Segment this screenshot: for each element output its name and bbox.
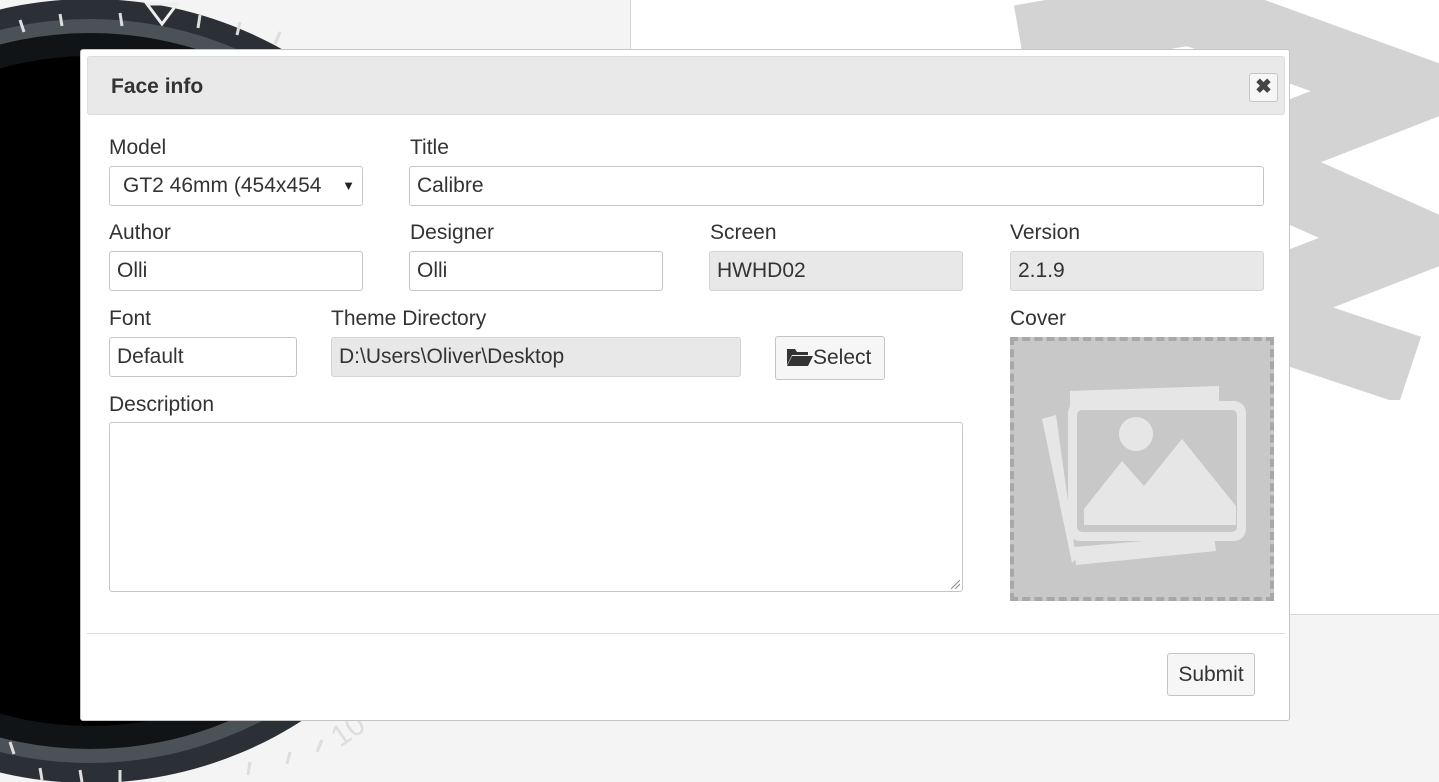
version-field: 2.1.9 bbox=[1010, 251, 1264, 291]
image-placeholder-icon bbox=[1042, 386, 1246, 565]
dialog-titlebar[interactable]: Face info ✖ bbox=[87, 56, 1285, 115]
footer-divider bbox=[87, 633, 1285, 634]
cover-label: Cover bbox=[1010, 307, 1067, 330]
author-input-value: Olli bbox=[117, 259, 148, 282]
designer-input-value: Olli bbox=[417, 259, 448, 282]
close-button[interactable]: ✖ bbox=[1249, 73, 1278, 102]
font-input-value: Default bbox=[117, 345, 184, 368]
face-info-dialog: Face info ✖ Model GT2 46mm (454x454 ▼ Ti… bbox=[80, 49, 1290, 721]
author-label: Author bbox=[109, 221, 171, 244]
theme-directory-field: D:\Users\Oliver\Desktop bbox=[331, 337, 741, 377]
title-input[interactable]: Calibre bbox=[409, 166, 1264, 206]
version-label: Version bbox=[1010, 221, 1081, 244]
screen-field: HWHD02 bbox=[709, 251, 963, 291]
designer-input[interactable]: Olli bbox=[409, 251, 663, 291]
model-label: Model bbox=[109, 136, 167, 159]
select-directory-button[interactable]: Select bbox=[775, 336, 885, 380]
cover-dropzone[interactable] bbox=[1010, 337, 1274, 601]
dropdown-arrow-icon: ▼ bbox=[342, 178, 355, 193]
designer-label: Designer bbox=[410, 221, 495, 244]
theme-directory-label: Theme Directory bbox=[331, 307, 487, 330]
model-select[interactable]: GT2 46mm (454x454 ▼ bbox=[109, 166, 363, 206]
resize-grip-icon[interactable] bbox=[951, 580, 960, 589]
screen-label: Screen bbox=[710, 221, 777, 244]
author-input[interactable]: Olli bbox=[109, 251, 363, 291]
font-label: Font bbox=[109, 307, 152, 330]
close-icon: ✖ bbox=[1255, 76, 1272, 98]
version-field-value: 2.1.9 bbox=[1018, 259, 1065, 282]
folder-open-icon bbox=[787, 349, 813, 366]
submit-button[interactable]: Submit bbox=[1167, 653, 1255, 696]
model-select-value: GT2 46mm (454x454 bbox=[123, 174, 322, 197]
title-input-value: Calibre bbox=[417, 174, 484, 197]
select-directory-label: Select bbox=[813, 346, 872, 369]
description-label: Description bbox=[109, 393, 215, 416]
font-input[interactable]: Default bbox=[109, 337, 297, 377]
title-label: Title bbox=[410, 136, 449, 159]
description-textarea[interactable] bbox=[109, 422, 963, 592]
dialog-title: Face info bbox=[111, 75, 204, 98]
screen-field-value: HWHD02 bbox=[717, 259, 806, 282]
theme-directory-value: D:\Users\Oliver\Desktop bbox=[339, 345, 565, 368]
